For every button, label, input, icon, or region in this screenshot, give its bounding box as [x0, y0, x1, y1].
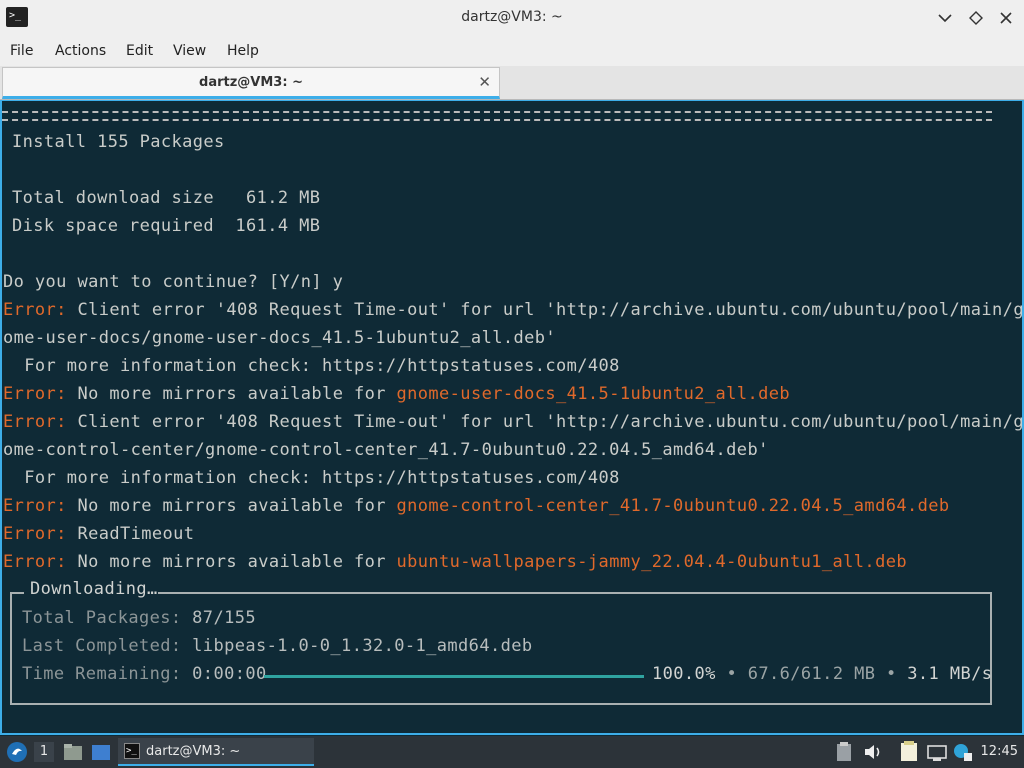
- time-remaining-row: Time Remaining: 0:00:00: [22, 664, 267, 684]
- menu-help[interactable]: Help: [227, 43, 259, 59]
- disk-space-line: Disk space required 161.4 MB: [12, 216, 320, 244]
- progress-percent: 100.0%: [652, 664, 716, 684]
- minimize-button[interactable]: [933, 6, 957, 30]
- menu-file[interactable]: File: [10, 43, 33, 59]
- window-title: dartz@VM3: ~: [461, 9, 563, 25]
- diamond-icon: [969, 11, 983, 25]
- download-size-value: 61.2 MB: [245, 188, 321, 208]
- close-button[interactable]: [994, 6, 1018, 30]
- taskbar: 1 >_ dartz@VM3: ~ 12:45: [0, 736, 1024, 768]
- file-manager-icon[interactable]: [62, 741, 84, 763]
- download-size-label: Total download size: [12, 188, 215, 208]
- terminal-line: Error: No more mirrors available for ubu…: [3, 552, 907, 580]
- continue-prompt: Do you want to continue? [Y/n] y: [3, 272, 344, 292]
- lubuntu-menu-icon[interactable]: [6, 741, 28, 763]
- close-icon: [1000, 12, 1012, 24]
- last-completed-row: Last Completed: libpeas-1.0-0_1.32.0-1_a…: [22, 636, 533, 656]
- progress-bar: [264, 675, 644, 678]
- title-bar: >_ dartz@VM3: ~: [0, 0, 1024, 36]
- error-prefix: Error:: [3, 552, 67, 572]
- tab-label: dartz@VM3: ~: [199, 75, 303, 90]
- terminal-line: For more information check: https://http…: [3, 356, 620, 376]
- disk-space-value: 161.4 MB: [235, 216, 321, 236]
- terminal-line: ome-user-docs/gnome-user-docs_41.5-1ubun…: [3, 328, 557, 348]
- terminal-line: Error: No more mirrors available for gno…: [3, 496, 950, 524]
- taskbar-task-terminal[interactable]: >_ dartz@VM3: ~: [118, 738, 314, 766]
- terminal-line: ome-control-center/gnome-control-center_…: [3, 440, 769, 460]
- update-icon[interactable]: [952, 741, 974, 763]
- error-prefix: Error:: [3, 384, 67, 404]
- install-summary: Install 155 Packages: [12, 132, 225, 152]
- line-text: Client error '408 Request Time-out' for …: [77, 300, 1024, 320]
- progress-stats: 100.0% • 67.6/61.2 MB • 3.1 MB/s: [652, 664, 992, 684]
- tab-bar: dartz@VM3: ~ ✕: [0, 66, 1024, 100]
- download-panel-title: Downloading…: [30, 579, 158, 599]
- clipboard-icon[interactable]: [834, 741, 854, 763]
- total-packages-label: Total Packages:: [22, 608, 182, 628]
- line-text: No more mirrors available for: [77, 384, 397, 404]
- tab-terminal[interactable]: dartz@VM3: ~ ✕: [2, 67, 500, 99]
- line-text: Client error '408 Request Time-out' for …: [77, 412, 1024, 432]
- time-remaining-label: Time Remaining:: [22, 664, 182, 684]
- taskbar-task-label: dartz@VM3: ~: [146, 744, 241, 759]
- terminal-line: Error: No more mirrors available for gno…: [3, 384, 790, 412]
- package-name: ubuntu-wallpapers-jammy_22.04.4-0ubuntu1…: [396, 552, 907, 572]
- menu-actions[interactable]: Actions: [55, 43, 106, 59]
- menu-bar: File Actions Edit View Help: [0, 36, 1024, 66]
- terminal-line: Error: Client error '408 Request Time-ou…: [3, 300, 1024, 328]
- tab-close-icon[interactable]: ✕: [478, 73, 491, 91]
- panel-border: [158, 592, 992, 594]
- last-completed-value: libpeas-1.0-0_1.32.0-1_amd64.deb: [192, 636, 533, 656]
- progress-speed: 3.1 MB/s: [907, 664, 993, 684]
- error-prefix: Error:: [3, 524, 67, 544]
- separator-line: [2, 111, 992, 121]
- menu-view[interactable]: View: [173, 43, 206, 59]
- terminal-icon: >_: [124, 743, 140, 759]
- time-remaining-value: 0:00:00: [192, 664, 267, 684]
- terminal-line: Error: ReadTimeout: [3, 524, 194, 552]
- clock[interactable]: 12:45: [981, 744, 1018, 759]
- download-size-line: Total download size 61.2 MB: [12, 188, 320, 216]
- disk-space-label: Disk space required: [12, 216, 215, 236]
- maximize-button[interactable]: [964, 6, 988, 30]
- package-name: gnome-user-docs_41.5-1ubuntu2_all.deb: [396, 384, 790, 404]
- progress-size: 67.6/61.2 MB: [747, 664, 876, 684]
- last-completed-label: Last Completed:: [22, 636, 182, 656]
- menu-edit[interactable]: Edit: [126, 43, 153, 59]
- line-text: ReadTimeout: [77, 524, 195, 544]
- panel-border: [10, 592, 24, 594]
- error-prefix: Error:: [3, 496, 67, 516]
- volume-icon[interactable]: [862, 741, 884, 763]
- error-prefix: Error:: [3, 300, 67, 320]
- network-icon[interactable]: [926, 741, 948, 763]
- total-packages-value: 87/155: [192, 608, 256, 628]
- notes-icon[interactable]: [898, 741, 920, 763]
- package-name: gnome-control-center_41.7-0ubuntu0.22.04…: [396, 496, 950, 516]
- total-packages-row: Total Packages: 87/155: [22, 608, 256, 628]
- chevron-down-icon: [938, 14, 952, 23]
- bullet: •: [886, 664, 897, 684]
- terminal-view[interactable]: Install 155 Packages Total download size…: [0, 100, 1024, 735]
- line-text: No more mirrors available for: [77, 496, 397, 516]
- desktop-icon[interactable]: [90, 741, 112, 763]
- bullet: •: [726, 664, 738, 684]
- terminal-line: For more information check: https://http…: [3, 468, 620, 488]
- terminal-line: Error: Client error '408 Request Time-ou…: [3, 412, 1024, 440]
- line-text: No more mirrors available for: [77, 552, 397, 572]
- error-prefix: Error:: [3, 412, 67, 432]
- workspace-switcher[interactable]: 1: [34, 742, 54, 762]
